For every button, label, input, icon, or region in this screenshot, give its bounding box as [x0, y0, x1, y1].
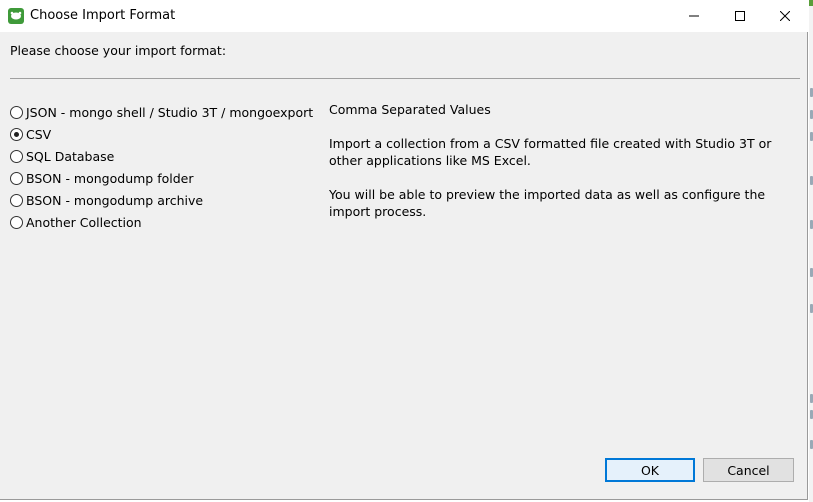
import-format-dialog: Choose Import Format Please choose your … — [0, 0, 808, 500]
option-label: BSON - mongodump archive — [26, 192, 204, 208]
background-app-edge — [809, 0, 813, 502]
option-label: JSON - mongo shell / Studio 3T / mongoex… — [26, 104, 314, 120]
option-label: SQL Database — [26, 148, 115, 164]
studio3t-app-icon — [8, 8, 24, 24]
option-json[interactable]: JSON - mongo shell / Studio 3T / mongoex… — [10, 101, 313, 123]
option-label: CSV — [26, 126, 52, 142]
cancel-button[interactable]: Cancel — [703, 458, 794, 482]
description-title: Comma Separated Values — [329, 102, 491, 117]
maximize-icon — [735, 9, 745, 24]
radio-json[interactable] — [10, 105, 23, 119]
title-bar[interactable]: Choose Import Format — [0, 0, 808, 32]
format-options: JSON - mongo shell / Studio 3T / mongoex… — [10, 101, 313, 233]
maximize-button[interactable] — [717, 0, 763, 32]
minimize-icon — [689, 9, 699, 24]
option-label: BSON - mongodump folder — [26, 170, 194, 186]
option-bson-archive[interactable]: BSON - mongodump archive — [10, 189, 313, 211]
separator — [10, 78, 800, 79]
minimize-button[interactable] — [671, 0, 717, 32]
format-description: Comma Separated Values Import a collecti… — [329, 101, 799, 220]
option-another-collection[interactable]: Another Collection — [10, 211, 313, 233]
description-preview-note: You will be able to preview the imported… — [329, 187, 766, 219]
ok-button[interactable]: OK — [605, 458, 695, 482]
radio-another-collection[interactable] — [10, 215, 23, 229]
radio-bson-archive[interactable] — [10, 193, 23, 207]
prompt-label: Please choose your import format: — [10, 43, 227, 58]
radio-sql-database[interactable] — [10, 149, 23, 163]
option-label: Another Collection — [26, 214, 142, 230]
option-bson-folder[interactable]: BSON - mongodump folder — [10, 167, 313, 189]
close-icon — [779, 9, 791, 24]
close-button[interactable] — [762, 0, 808, 32]
window-title: Choose Import Format — [30, 8, 176, 23]
radio-bson-folder[interactable] — [10, 171, 23, 185]
option-sql-database[interactable]: SQL Database — [10, 145, 313, 167]
option-csv[interactable]: CSV — [10, 123, 313, 145]
description-body: Import a collection from a CSV formatted… — [329, 136, 772, 168]
radio-csv[interactable] — [10, 127, 23, 141]
